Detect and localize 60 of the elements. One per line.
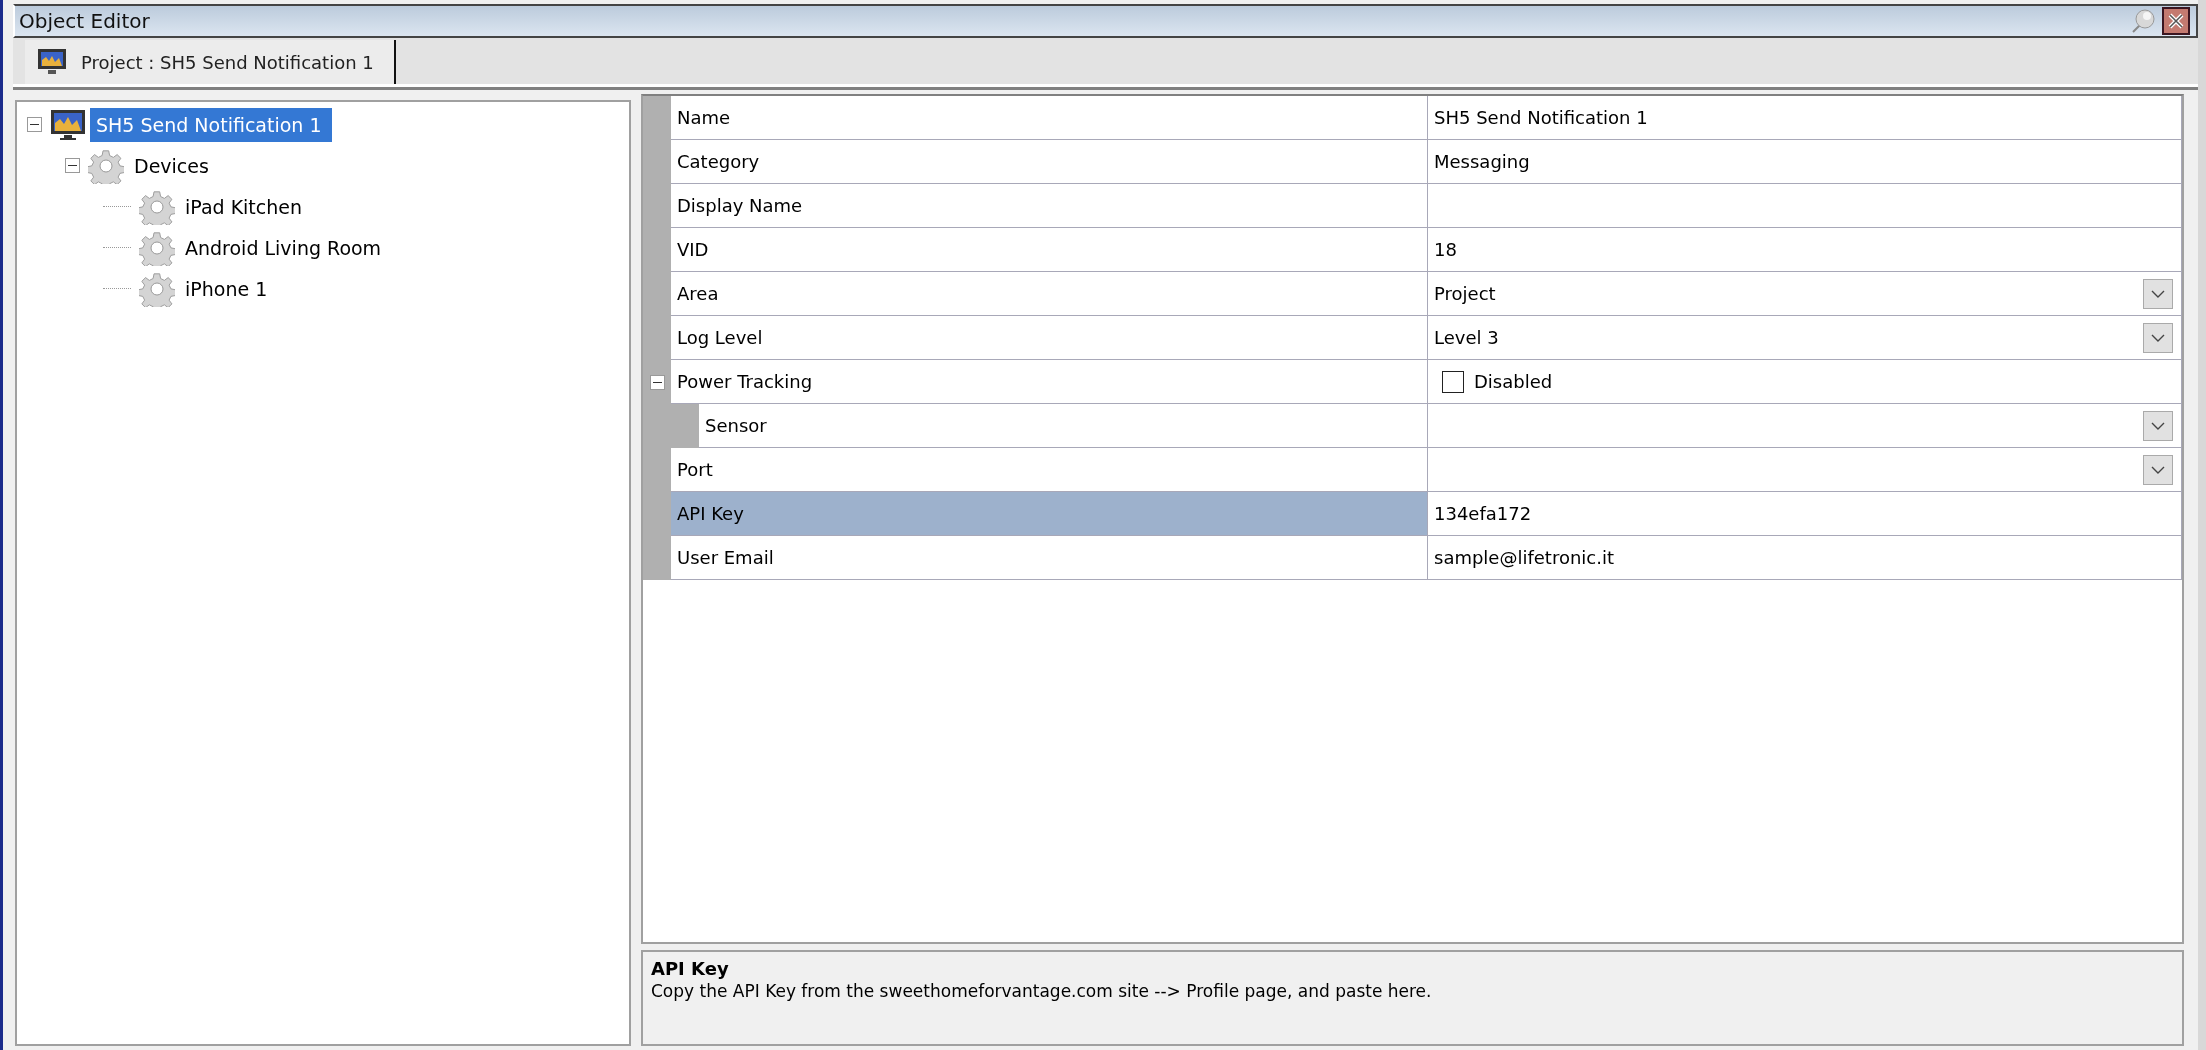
close-button[interactable] (2162, 7, 2190, 35)
property-name[interactable]: API Key (671, 492, 1428, 536)
tree-item[interactable]: Devices (128, 149, 215, 182)
description-text: Copy the API Key from the sweethomeforvantage.com site --> Profile page, and paste here. (651, 981, 1433, 1001)
pin-icon[interactable] (2130, 8, 2156, 34)
value-cell[interactable]: SH5 Send Notification 1 (1428, 96, 2182, 140)
dropdown-button[interactable] (2143, 454, 2173, 485)
value-cell[interactable] (1428, 404, 2182, 448)
property-name[interactable]: Display Name (671, 184, 1428, 228)
gear-icon (88, 147, 124, 184)
monitor-icon (37, 48, 67, 76)
property-value: 134efa172 (1434, 503, 1533, 524)
tree-item[interactable]: SH5 Send Notification 1 (90, 107, 332, 142)
value-cell[interactable]: 18 (1428, 228, 2182, 272)
value-cell[interactable]: 134efa172 (1428, 492, 2182, 536)
gear-icon (139, 229, 175, 266)
tree-item[interactable]: iPhone 1 (179, 272, 274, 305)
property-name[interactable]: Area (671, 272, 1428, 316)
property-name[interactable]: Power Tracking (671, 360, 1428, 404)
close-icon (2166, 11, 2186, 31)
property-name[interactable]: Category (671, 140, 1428, 184)
dropdown-button[interactable] (2143, 322, 2173, 353)
gear-icon (139, 270, 175, 307)
value-cell[interactable] (1428, 184, 2182, 228)
row-gutter (643, 536, 671, 580)
gear-icon (139, 188, 175, 225)
property-name[interactable]: Name (671, 96, 1428, 140)
collapse-toggle[interactable] (649, 374, 665, 390)
row-gutter (643, 96, 671, 140)
property-value: sample@lifetronic.it (1434, 547, 1616, 568)
property-name[interactable]: Log Level (671, 316, 1428, 360)
value-cell[interactable] (1428, 448, 2182, 492)
property-value: Messaging (1434, 151, 1531, 172)
property-name[interactable]: Sensor (699, 404, 1428, 448)
value-cell[interactable]: Level 3 (1428, 316, 2182, 360)
property-value: Level 3 (1434, 327, 1500, 348)
collapse-toggle[interactable] (65, 158, 80, 173)
chevron-down-icon (2151, 465, 2165, 474)
property-value: 18 (1434, 239, 1458, 260)
value-cell[interactable]: Disabled (1428, 360, 2182, 404)
dropdown-button[interactable] (2143, 278, 2173, 309)
checkbox[interactable] (1442, 370, 1464, 393)
window-title: Object Editor (19, 9, 151, 33)
value-cell[interactable]: Messaging (1428, 140, 2182, 184)
project-tab[interactable]: Project : SH5 Send Notification 1 (25, 40, 396, 84)
property-value: Project (1434, 283, 1497, 304)
tree-item[interactable]: Android Living Room (179, 231, 388, 264)
property-name[interactable]: VID (671, 228, 1428, 272)
property-name[interactable]: User Email (671, 536, 1428, 580)
collapse-toggle[interactable] (27, 117, 42, 132)
chevron-down-icon (2151, 289, 2165, 298)
dropdown-button[interactable] (2143, 410, 2173, 441)
value-cell[interactable]: Project (1428, 272, 2182, 316)
property-value: Disabled (1474, 371, 1554, 392)
property-value: SH5 Send Notification 1 (1434, 107, 1649, 128)
tree-item[interactable]: iPad Kitchen (179, 190, 309, 223)
description-title: API Key (651, 958, 730, 979)
value-cell[interactable]: sample@lifetronic.it (1428, 536, 2182, 580)
chevron-down-icon (2151, 333, 2165, 342)
chevron-down-icon (2151, 421, 2165, 430)
